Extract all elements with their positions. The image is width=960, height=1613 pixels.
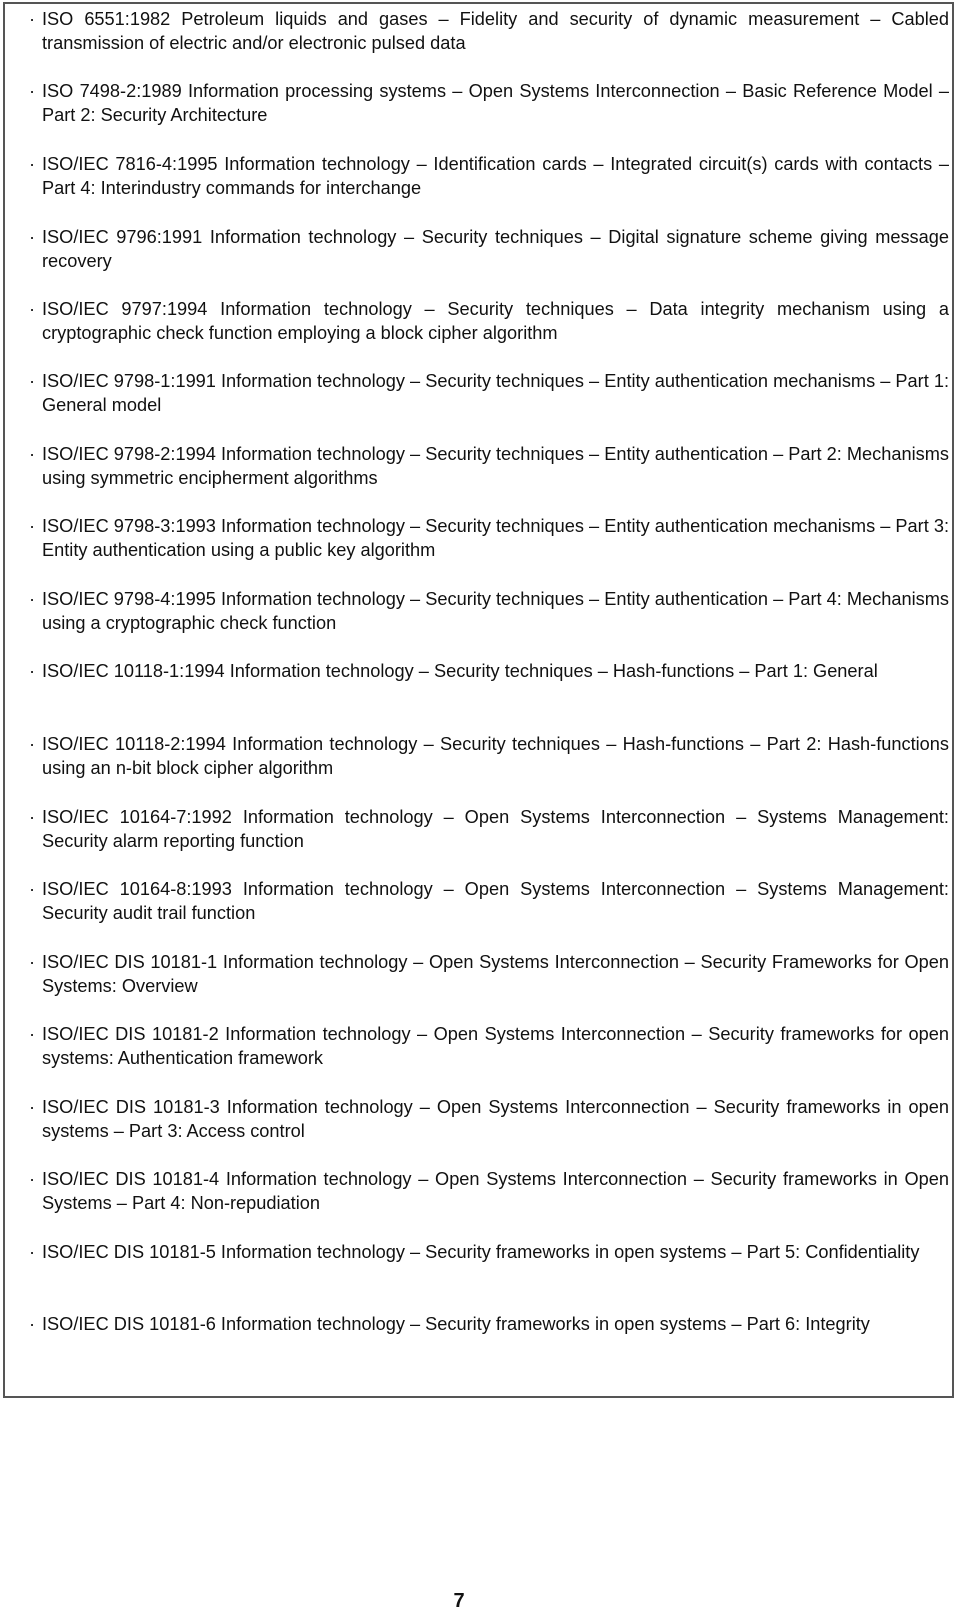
bullet: · (29, 1024, 36, 1044)
bullet: · (29, 1242, 36, 1262)
bullet: · (29, 516, 36, 536)
reference-item: · ISO/IEC 10164-8:1993 Information techno… (29, 878, 949, 925)
reference-text: ISO/IEC 7816-4:1995 Information technolo… (42, 154, 949, 198)
bullet: · (29, 9, 36, 29)
reference-item: · ISO/IEC 10118-2:1994 Information techno… (29, 733, 949, 780)
bullet: · (29, 227, 36, 247)
reference-item: · ISO/IEC DIS 10181-1 Information technol… (29, 951, 949, 998)
bullet: · (29, 952, 36, 972)
bullet: · (29, 734, 36, 754)
bullet: · (29, 444, 36, 464)
reference-text: ISO 6551:1982 Petroleum liquids and gase… (42, 9, 949, 53)
reference-item: · ISO/IEC 9796:1991 Information technolog… (29, 226, 949, 273)
reference-item: · ISO/IEC DIS 10181-3 Information technol… (29, 1096, 949, 1143)
reference-item: · ISO/IEC 7816-4:1995 Information technol… (29, 153, 949, 200)
bullet: · (29, 879, 36, 899)
reference-item: · ISO/IEC DIS 10181-6 Information technol… (29, 1313, 949, 1337)
bullet: · (29, 81, 36, 101)
reference-item: · ISO/IEC 10164-7:1992 Information techno… (29, 806, 949, 853)
bullet: · (29, 1097, 36, 1117)
references-box: · ISO 6551:1982 Petroleum liquids and gas… (3, 2, 954, 1398)
reference-text: ISO/IEC DIS 10181-5 Information technolo… (42, 1242, 920, 1262)
reference-text: ISO/IEC DIS 10181-6 Information technolo… (42, 1314, 870, 1334)
reference-text: ISO/IEC 10164-7:1992 Information technol… (42, 807, 949, 851)
reference-text: ISO/IEC 9797:1994 Information technology… (42, 299, 949, 343)
reference-text: ISO/IEC 10164-8:1993 Information technol… (42, 879, 949, 923)
bullet: · (29, 807, 36, 827)
bullet: · (29, 661, 36, 681)
reference-text: ISO/IEC 9798-3:1993 Information technolo… (42, 516, 949, 560)
reference-text: ISO/IEC 9798-4:1995 Information technolo… (42, 589, 949, 633)
reference-text: ISO/IEC 9798-1:1991 Information technolo… (42, 371, 949, 415)
bullet: · (29, 371, 36, 391)
reference-item: · ISO/IEC 9798-3:1993 Information technol… (29, 515, 949, 562)
reference-item: · ISO/IEC DIS 10181-4 Information technol… (29, 1168, 949, 1215)
reference-text: ISO/IEC DIS 10181-3 Information technolo… (42, 1097, 949, 1141)
reference-text: ISO/IEC DIS 10181-2 Information technolo… (42, 1024, 949, 1068)
reference-item: · ISO/IEC 9798-2:1994 Information technol… (29, 443, 949, 490)
bullet: · (29, 299, 36, 319)
reference-text: ISO/IEC 10118-1:1994 Information technol… (42, 661, 878, 681)
bullet: · (29, 154, 36, 174)
reference-text: ISO 7498-2:1989 Information processing s… (42, 81, 949, 125)
reference-text: ISO/IEC DIS 10181-1 Information technolo… (42, 952, 949, 996)
bullet: · (29, 1169, 36, 1189)
reference-text: ISO/IEC 9796:1991 Information technology… (42, 227, 949, 271)
reference-item: · ISO/IEC 10118-1:1994 Information techno… (29, 660, 949, 684)
reference-item: · ISO 7498-2:1989 Information processing … (29, 80, 949, 127)
reference-text: ISO/IEC 9798-2:1994 Information technolo… (42, 444, 949, 488)
page-number: 7 (453, 1590, 465, 1612)
reference-item: · ISO/IEC 9798-4:1995 Information technol… (29, 588, 949, 635)
bullet: · (29, 589, 36, 609)
reference-item: · ISO/IEC 9797:1994 Information technolog… (29, 298, 949, 345)
reference-item: · ISO 6551:1982 Petroleum liquids and gas… (29, 8, 949, 55)
bullet: · (29, 1314, 36, 1334)
reference-item: · ISO/IEC DIS 10181-5 Information technol… (29, 1241, 949, 1265)
reference-item: · ISO/IEC DIS 10181-2 Information technol… (29, 1023, 949, 1070)
reference-text: ISO/IEC DIS 10181-4 Information technolo… (42, 1169, 949, 1213)
reference-text: ISO/IEC 10118-2:1994 Information technol… (42, 734, 949, 778)
reference-item: · ISO/IEC 9798-1:1991 Information technol… (29, 370, 949, 417)
